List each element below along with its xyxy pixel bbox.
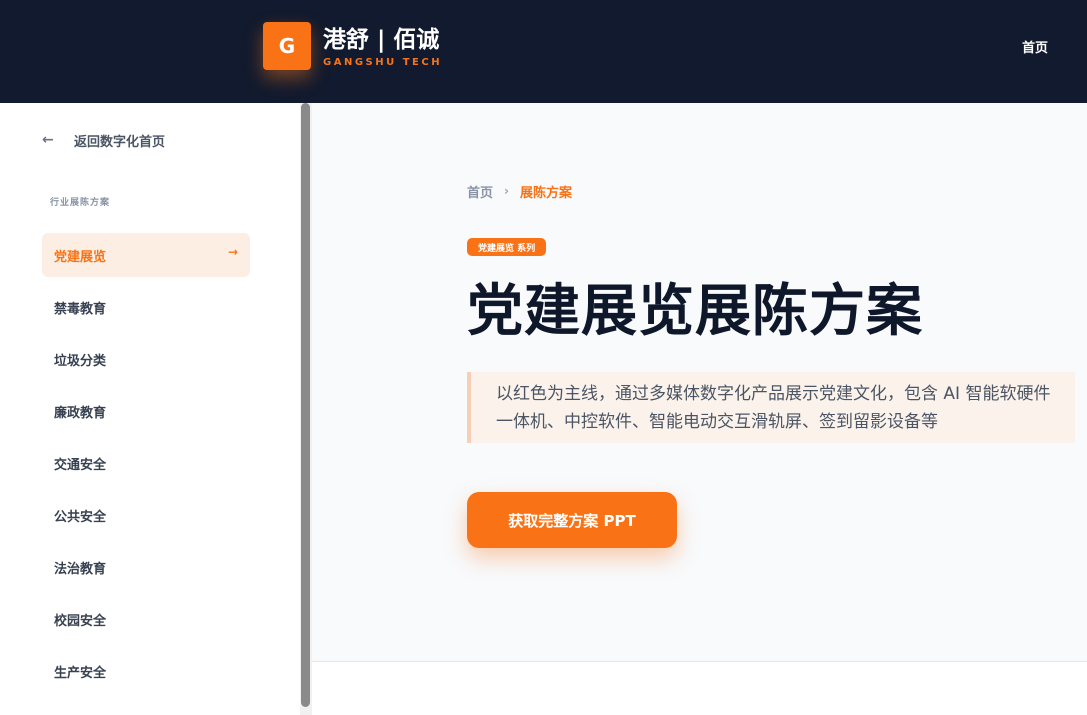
- sidebar-item-label: 公共安全: [54, 509, 107, 525]
- top-navigation-bar: G 港舒 | 佰诚 GANGSHU TECH 首页: [0, 0, 1087, 103]
- page-title: 党建展览展陈方案: [467, 279, 923, 344]
- breadcrumb-home-link[interactable]: 首页: [467, 182, 493, 201]
- brand-name[interactable]: 港舒 | 佰诚: [323, 20, 439, 54]
- sidebar-item-label: 交通安全: [54, 457, 107, 473]
- sidebar-item-party-building[interactable]: 党建展览 →: [42, 233, 250, 277]
- sidebar-scrollbar-thumb[interactable]: [301, 103, 310, 707]
- sidebar-item-integrity-education[interactable]: 廉政教育: [42, 389, 250, 433]
- chevron-right-icon: ›: [504, 184, 509, 198]
- brand-subtitle: GANGSHU TECH: [323, 57, 443, 68]
- sidebar-item-production-safety[interactable]: 生产安全: [42, 649, 250, 693]
- description-block: 以红色为主线，通过多媒体数字化产品展示党建文化，包含 AI 智能软硬件一体机、中…: [467, 372, 1075, 443]
- sidebar-item-drug-prevention[interactable]: 禁毒教育: [42, 285, 250, 329]
- nav-link-home[interactable]: 首页: [1022, 37, 1048, 56]
- series-badge: 党建展览 系列: [467, 238, 547, 256]
- sidebar-item-legal-education[interactable]: 法治教育: [42, 545, 250, 589]
- sidebar-item-public-safety[interactable]: 公共安全: [42, 493, 250, 537]
- sidebar-item-label: 垃圾分类: [54, 353, 107, 369]
- sidebar-item-label: 校园安全: [54, 613, 107, 629]
- arrow-right-icon: →: [227, 245, 238, 259]
- sidebar-item-label: 禁毒教育: [54, 301, 107, 317]
- sidebar-item-label: 廉政教育: [54, 405, 107, 421]
- back-link-label: 返回数字化首页: [74, 134, 166, 150]
- sidebar-item-garbage-sorting[interactable]: 垃圾分类: [42, 337, 250, 381]
- back-to-digital-home-link[interactable]: ← 返回数字化首页: [42, 130, 165, 150]
- sidebar-item-campus-safety[interactable]: 校园安全: [42, 597, 250, 641]
- sidebar-item-label: 生产安全: [54, 665, 107, 681]
- sidebar-item-label: 党建展览: [54, 249, 107, 265]
- main-content-footer-area: [312, 661, 1087, 715]
- logo[interactable]: G: [263, 22, 311, 70]
- get-full-plan-ppt-button[interactable]: 获取完整方案 PPT: [467, 492, 677, 548]
- sidebar-item-traffic-safety[interactable]: 交通安全: [42, 441, 250, 485]
- breadcrumb: 首页 › 展陈方案: [467, 182, 572, 201]
- sidebar-section-label: 行业展陈方案: [50, 198, 111, 208]
- arrow-left-icon: ←: [42, 132, 54, 148]
- sidebar-item-label: 法治教育: [54, 561, 107, 577]
- breadcrumb-current: 展陈方案: [519, 185, 572, 201]
